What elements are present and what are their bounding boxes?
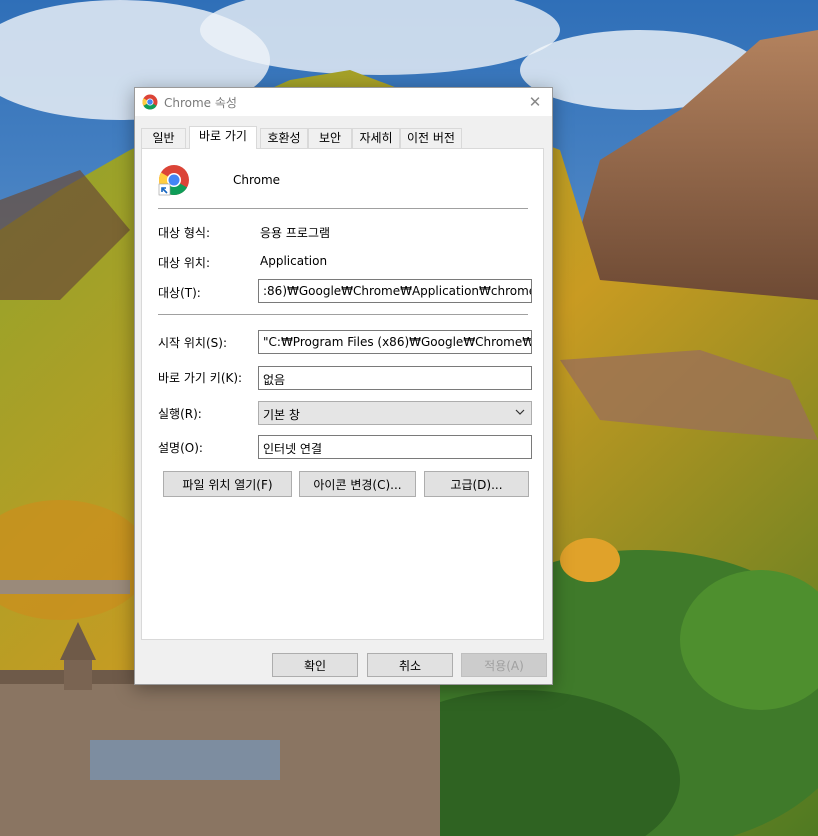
run-select-value: 기본 창 [263,408,300,422]
chevron-down-icon [515,409,525,415]
target-location-label: 대상 위치: [158,256,211,270]
ok-button[interactable]: 확인 [272,653,358,677]
window-title: Chrome 속성 [164,96,237,110]
tab-general[interactable]: 일반 [141,128,186,148]
change-icon-button[interactable]: 아이콘 변경(C)... [299,471,416,497]
target-input[interactable]: :86)₩Google₩Chrome₩Application₩chrome.ex… [258,279,532,303]
chrome-icon [142,94,158,110]
properties-dialog: Chrome 속성 ✕ 일반 바로 가기 호환성 보안 자세히 이전 버전 Ch… [134,87,553,685]
tab-previous-versions[interactable]: 이전 버전 [400,128,462,148]
open-file-location-button[interactable]: 파일 위치 열기(F) [163,471,292,497]
divider [158,208,528,209]
cancel-button[interactable]: 취소 [367,653,453,677]
target-type-value: 응용 프로그램 [260,226,331,240]
tab-security[interactable]: 보안 [308,128,352,148]
hotkey-input[interactable]: 없음 [258,366,532,390]
start-in-input[interactable]: "C:₩Program Files (x86)₩Google₩Chrome₩Ap… [258,330,532,354]
target-label: 대상(T): [158,286,201,300]
tab-compatibility[interactable]: 호환성 [260,128,308,148]
comment-input[interactable]: 인터넷 연결 [258,435,532,459]
comment-label: 설명(O): [158,441,203,455]
apply-button[interactable]: 적용(A) [461,653,547,677]
run-select[interactable]: 기본 창 [258,401,532,425]
close-button[interactable]: ✕ [518,88,552,116]
hotkey-label: 바로 가기 키(K): [158,371,243,385]
title-bar[interactable]: Chrome 속성 ✕ [135,88,552,116]
start-in-label: 시작 위치(S): [158,336,227,350]
target-type-label: 대상 형식: [158,226,211,240]
app-name: Chrome [233,173,281,187]
advanced-button[interactable]: 고급(D)... [424,471,529,497]
tab-shortcut[interactable]: 바로 가기 [189,126,257,149]
chrome-shortcut-icon [158,165,189,196]
run-label: 실행(R): [158,407,202,421]
target-location-value: Application [260,254,328,268]
shortcut-panel: Chrome 대상 형식: 응용 프로그램 대상 위치: Application… [141,148,544,640]
divider [158,314,528,315]
tab-details[interactable]: 자세히 [352,128,400,148]
close-icon: ✕ [528,93,542,111]
